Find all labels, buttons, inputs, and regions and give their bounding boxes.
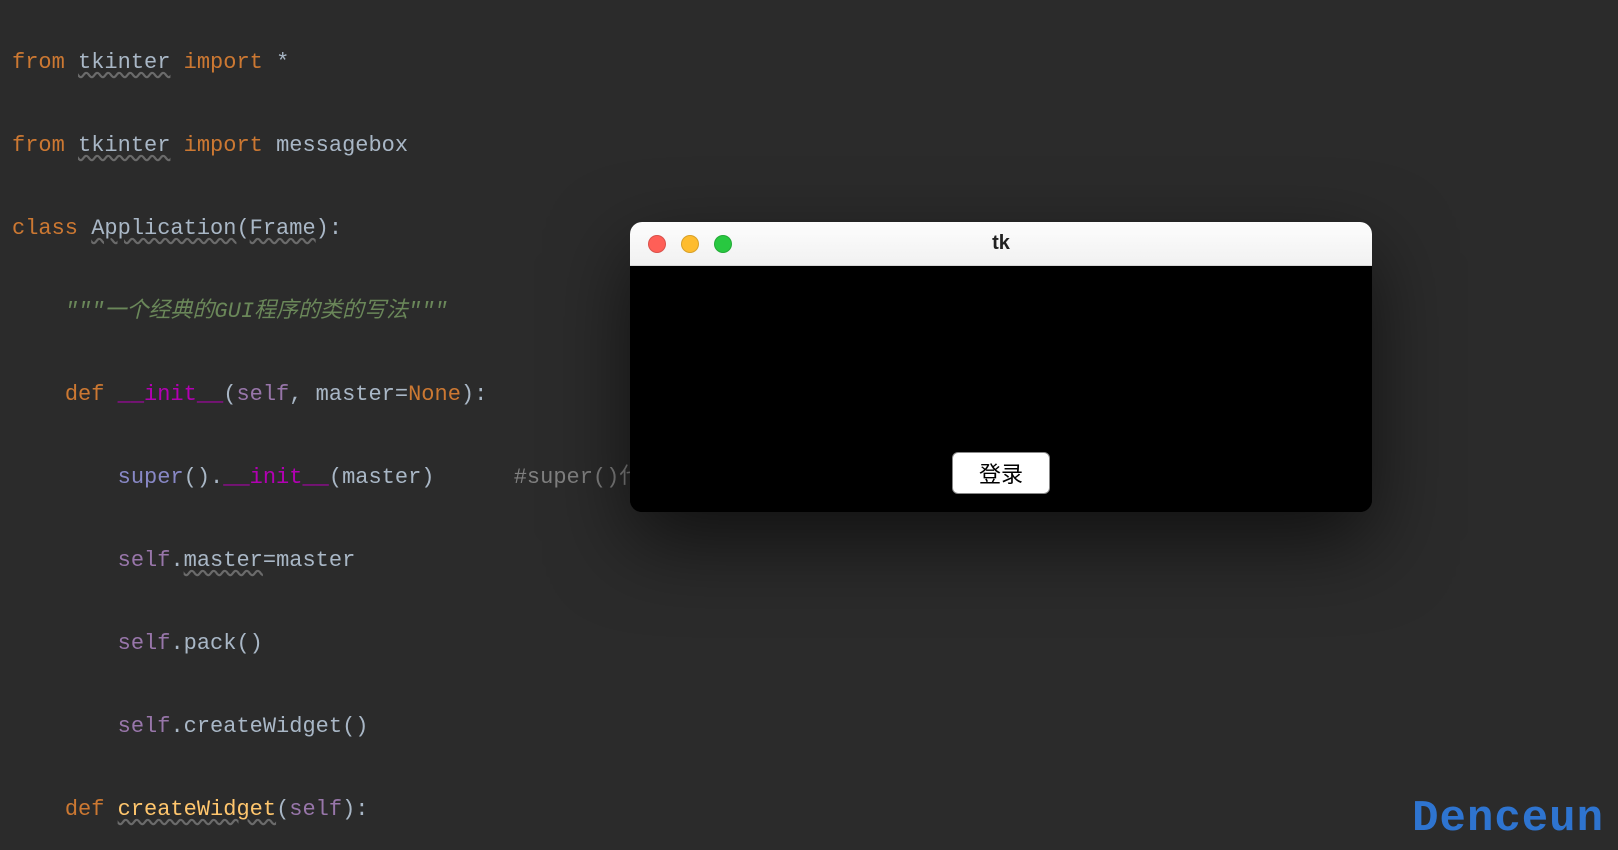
zoom-icon[interactable] [714,235,732,253]
code-line: def createWidget(self): [12,789,1618,831]
login-button[interactable]: 登录 [952,452,1050,494]
tk-window[interactable]: tk 登录 [630,222,1372,512]
code-line: from tkinter import messagebox [12,125,1618,167]
titlebar[interactable]: tk [630,222,1372,266]
close-icon[interactable] [648,235,666,253]
code-line: self.createWidget() [12,706,1618,748]
window-title: tk [630,232,1372,255]
tk-body: 登录 [630,266,1372,512]
code-line: self.master=master [12,540,1618,582]
window-controls [648,235,732,253]
minimize-icon[interactable] [681,235,699,253]
watermark: Denceun [1412,794,1604,844]
code-line: self.pack() [12,623,1618,665]
code-line: from tkinter import * [12,42,1618,84]
